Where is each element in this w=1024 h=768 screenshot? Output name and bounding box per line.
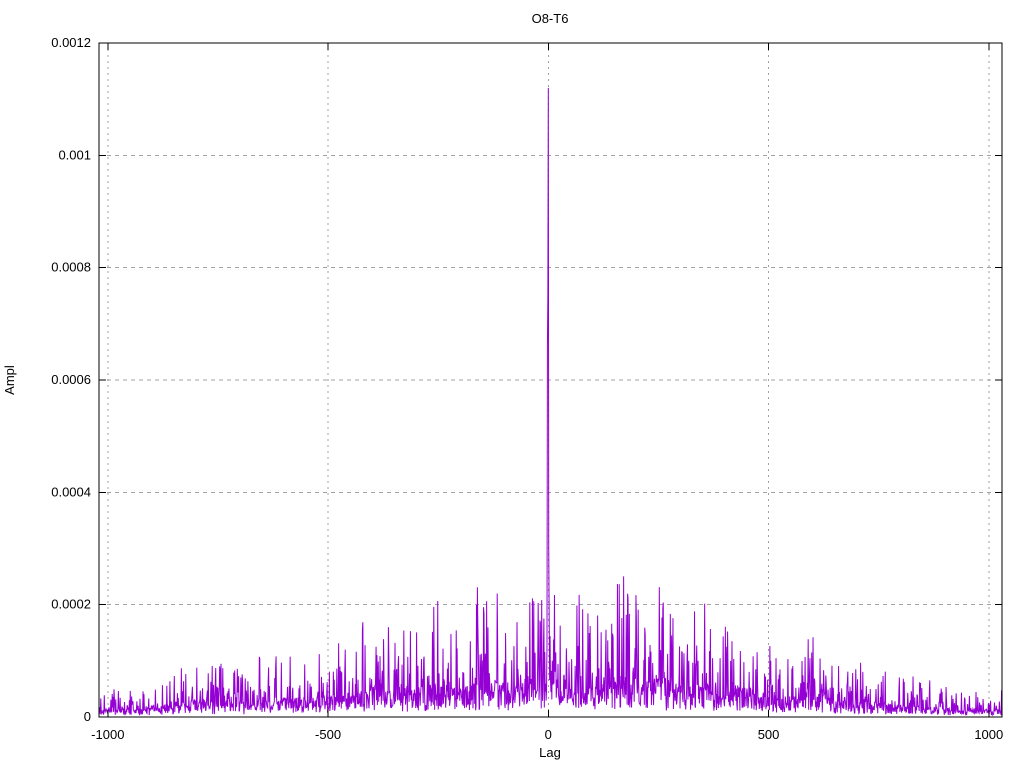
y-tick-label: 0.0004 [51, 484, 91, 499]
y-tick-labels: 0 0.0002 0.0004 0.0006 0.0008 0.001 0.0012 [51, 35, 91, 724]
grid-lines [99, 43, 1002, 717]
y-tick-label: 0.0006 [51, 372, 91, 387]
y-tick-label: 0.0002 [51, 597, 91, 612]
y-tick-label: 0 [84, 709, 91, 724]
x-axis-label: Lag [539, 745, 561, 760]
x-tick-labels: -1000 -500 0 500 1000 [91, 727, 1003, 742]
x-tick-label: 1000 [974, 727, 1003, 742]
x-tick-label: -500 [315, 727, 341, 742]
gnuplot-figure: -1000 -500 0 500 1000 0 0.0002 0.0004 0.0006 0.0… [0, 0, 1024, 768]
y-tick-label: 0.0012 [51, 35, 91, 50]
x-tick-label: 500 [758, 727, 780, 742]
y-axis-label: Ampl [2, 365, 17, 395]
x-tick-label: 0 [545, 727, 552, 742]
y-tick-label: 0.001 [58, 147, 91, 162]
chart-title: O8-T6 [532, 11, 569, 26]
x-tick-label: -1000 [91, 727, 124, 742]
data-series-line [98, 87, 1003, 717]
y-tick-label: 0.0008 [51, 260, 91, 275]
correlation-chart: -1000 -500 0 500 1000 0 0.0002 0.0004 0.0006 0.0… [2, 11, 1003, 760]
